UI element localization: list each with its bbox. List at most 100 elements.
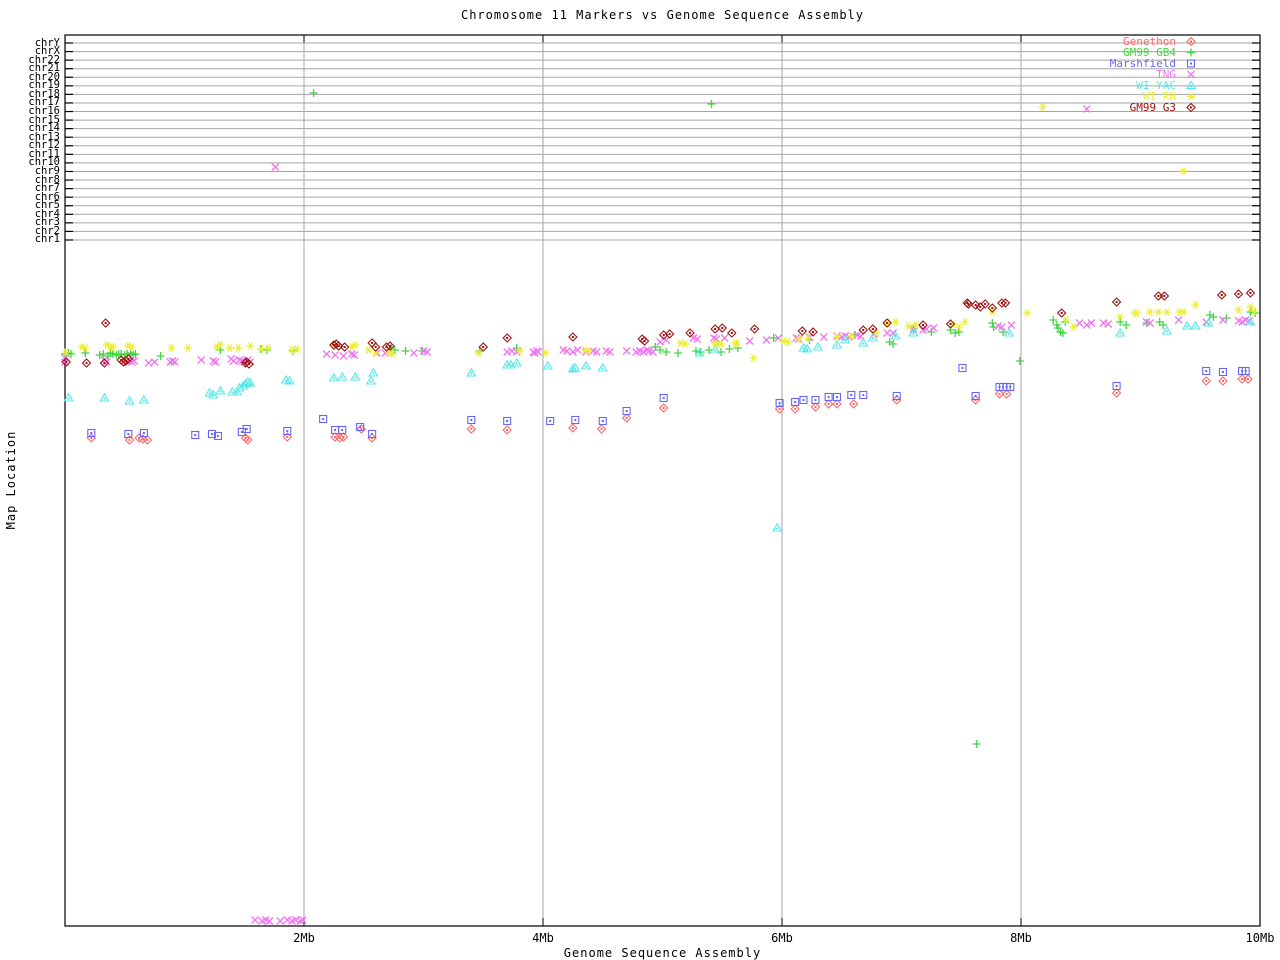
data-point-asterisk xyxy=(1187,93,1195,100)
data-point-cross xyxy=(277,918,284,925)
data-point-dot xyxy=(209,393,211,395)
data-point-asterisk xyxy=(246,342,254,349)
data-point-dot xyxy=(991,307,993,309)
data-point-dot xyxy=(371,433,373,435)
data-point-dot xyxy=(482,346,484,348)
data-point-asterisk xyxy=(1070,323,1078,330)
data-point-dot xyxy=(516,363,518,365)
data-point-dot xyxy=(572,336,574,338)
data-point-dot xyxy=(663,334,665,336)
chromosome-label: chr1 xyxy=(8,235,60,244)
data-point-dot xyxy=(663,397,665,399)
data-point-dot xyxy=(506,429,508,431)
data-point-dot xyxy=(828,396,830,398)
data-point-dot xyxy=(626,417,628,419)
data-point-triangle xyxy=(582,362,590,369)
data-point-triangle xyxy=(100,394,108,401)
data-point-dot xyxy=(506,420,508,422)
data-point-dot xyxy=(896,395,898,397)
data-point-dot xyxy=(1190,85,1192,87)
data-point-dot xyxy=(127,433,129,435)
data-point-dot xyxy=(547,366,549,368)
data-point-dot xyxy=(801,330,803,332)
data-point-cross xyxy=(410,350,417,357)
legend-label: GM99 G3 xyxy=(1130,102,1176,113)
data-point-plus xyxy=(1187,49,1195,57)
data-point-dot xyxy=(90,432,92,434)
data-point-dot xyxy=(1241,378,1243,380)
data-point-dot xyxy=(370,381,372,383)
data-point-asterisk xyxy=(1191,301,1199,308)
data-point-dot xyxy=(836,396,838,398)
data-point-dot xyxy=(322,418,324,420)
data-point-dot xyxy=(779,402,781,404)
data-point-plus xyxy=(662,348,670,356)
data-point-dot xyxy=(1116,392,1118,394)
data-point-dot xyxy=(998,393,1000,395)
data-point-cross xyxy=(820,334,827,341)
data-point-dot xyxy=(669,333,671,335)
data-point-dot xyxy=(341,429,343,431)
data-point-dot xyxy=(975,304,977,306)
data-point-triangle xyxy=(544,362,552,369)
data-point-dot xyxy=(862,329,864,331)
data-point-dot xyxy=(1194,326,1196,328)
data-point-asterisk xyxy=(1133,309,1141,316)
data-point-dot xyxy=(211,433,213,435)
data-point-dot xyxy=(360,428,362,430)
data-point-cross xyxy=(1105,321,1112,328)
data-point-triangle xyxy=(351,373,359,380)
data-point-triangle xyxy=(369,369,377,376)
data-point-dot xyxy=(105,322,107,324)
data-point-dot xyxy=(146,439,148,441)
data-point-dot xyxy=(470,428,472,430)
data-point-dot xyxy=(1249,322,1251,324)
data-point-dot xyxy=(949,323,951,325)
data-point-dot xyxy=(375,346,377,348)
data-point-dot xyxy=(344,346,346,348)
data-point-cross xyxy=(1076,320,1083,327)
data-point-plus xyxy=(973,740,981,748)
data-point-dot xyxy=(626,410,628,412)
data-point-dot xyxy=(754,328,756,330)
data-point-dot xyxy=(844,340,846,342)
data-point-asterisk xyxy=(234,344,242,351)
data-point-plus xyxy=(1049,316,1057,324)
data-point-dot xyxy=(1247,378,1249,380)
legend-marker-icon xyxy=(1182,58,1200,69)
chart-canvas: Chromosome 11 Markers vs Genome Sequence… xyxy=(0,0,1280,960)
legend-marker-icon xyxy=(1182,91,1200,102)
data-point-cross xyxy=(348,351,355,358)
data-point-plus xyxy=(725,345,733,353)
data-point-dot xyxy=(372,373,374,375)
data-point-dot xyxy=(663,407,665,409)
data-point-plus xyxy=(707,100,715,108)
data-point-dot xyxy=(984,303,986,305)
data-point-dot xyxy=(817,347,819,349)
data-point-dot xyxy=(1249,292,1251,294)
data-point-cross xyxy=(151,359,158,366)
data-point-dot xyxy=(127,358,129,360)
legend-marker-icon xyxy=(1182,69,1200,80)
data-point-dot xyxy=(236,392,238,394)
data-point-plus xyxy=(1016,357,1024,365)
data-point-cross xyxy=(657,339,664,346)
data-point-dot xyxy=(248,363,250,365)
data-point-cross xyxy=(1008,322,1015,329)
data-point-dot xyxy=(359,426,361,428)
data-point-dot xyxy=(585,366,587,368)
data-point-cross xyxy=(210,358,217,365)
data-point-dot xyxy=(1163,295,1165,297)
plot-border xyxy=(65,35,1260,926)
data-point-triangle xyxy=(599,364,607,371)
data-point-asterisk xyxy=(1234,306,1242,313)
data-point-dot xyxy=(895,336,897,338)
data-point-plus xyxy=(81,349,89,357)
data-point-dot xyxy=(779,408,781,410)
x-tick-label: 2Mb xyxy=(264,931,344,945)
data-point-asterisk xyxy=(1154,308,1162,315)
data-point-dot xyxy=(814,399,816,401)
data-point-dot xyxy=(338,345,340,347)
data-point-asterisk xyxy=(184,344,192,351)
data-point-dot xyxy=(286,436,288,438)
